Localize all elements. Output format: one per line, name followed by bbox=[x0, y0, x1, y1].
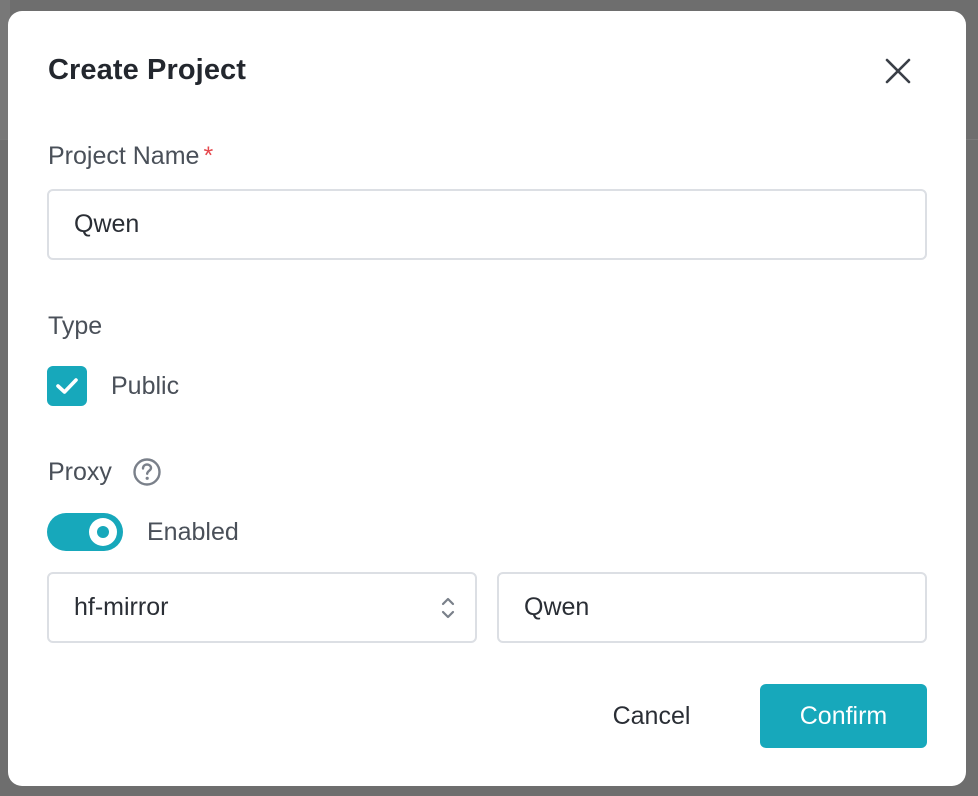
public-checkbox[interactable] bbox=[47, 366, 87, 406]
chevron-up-down-icon bbox=[441, 597, 455, 619]
project-name-label: Project Name * bbox=[48, 140, 213, 172]
dialog-title: Create Project bbox=[48, 54, 247, 86]
type-label: Type bbox=[48, 312, 103, 340]
close-icon bbox=[885, 58, 911, 84]
proxy-toggle-label: Enabled bbox=[147, 518, 239, 546]
proxy-source-select[interactable]: hf-mirror bbox=[47, 572, 477, 643]
toggle-dot bbox=[97, 526, 109, 538]
proxy-toggle[interactable] bbox=[47, 513, 123, 551]
proxy-label: Proxy bbox=[48, 458, 112, 486]
required-mark: * bbox=[203, 142, 214, 170]
project-name-input[interactable]: Qwen bbox=[47, 189, 927, 260]
create-project-dialog: Create Project Project Name * Qwen Type P… bbox=[8, 11, 966, 786]
proxy-target-input[interactable]: Qwen bbox=[497, 572, 927, 643]
project-name-label-text: Project Name bbox=[48, 142, 200, 170]
proxy-target-value: Qwen bbox=[524, 593, 590, 621]
cancel-button[interactable]: Cancel bbox=[588, 684, 715, 748]
proxy-source-value: hf-mirror bbox=[74, 593, 169, 621]
public-label: Public bbox=[111, 372, 180, 400]
confirm-button[interactable]: Confirm bbox=[760, 684, 927, 748]
help-icon-svg bbox=[133, 458, 161, 486]
cancel-button-label: Cancel bbox=[612, 701, 691, 730]
project-name-value: Qwen bbox=[74, 210, 140, 238]
confirm-button-label: Confirm bbox=[799, 701, 888, 730]
close-button[interactable] bbox=[878, 51, 918, 91]
question-circle-icon[interactable] bbox=[132, 457, 162, 487]
toggle-knob bbox=[89, 518, 117, 546]
checkmark-icon bbox=[56, 378, 78, 394]
